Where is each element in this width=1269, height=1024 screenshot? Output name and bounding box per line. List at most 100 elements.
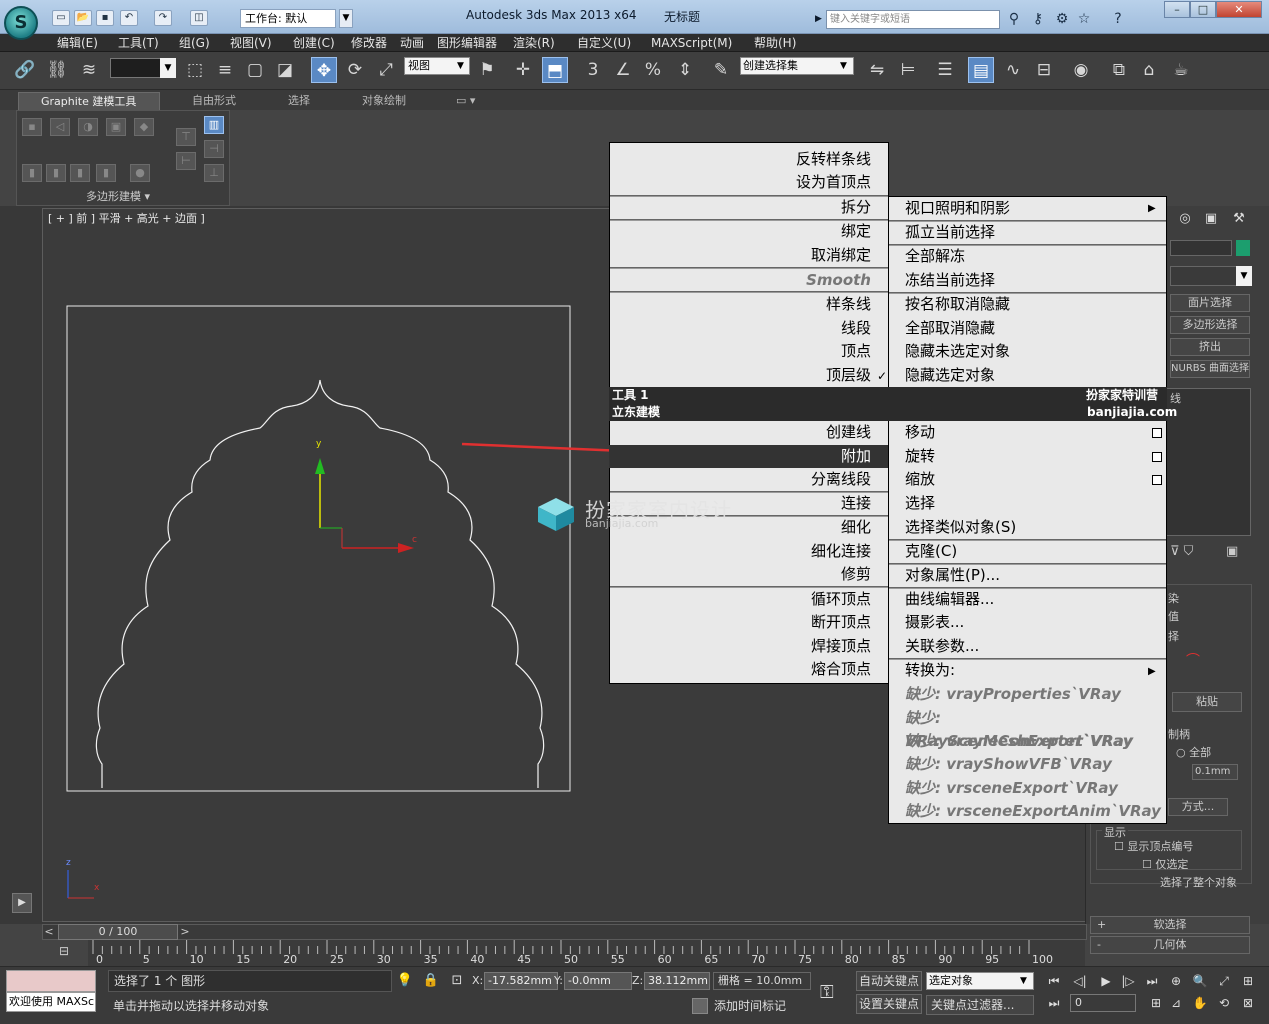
add-time-tag-button[interactable]: 添加时间标记 (714, 996, 786, 1016)
menu-dope-sheet[interactable]: 摄影表... (888, 611, 1167, 634)
help-icon[interactable]: ? (1108, 10, 1128, 28)
mirror-icon[interactable]: ⇋ (864, 57, 890, 83)
snaps-toggle-icon[interactable]: 3 (580, 57, 606, 83)
ribbon-tool-icon[interactable]: ⊥ (204, 164, 224, 182)
manipulate-icon[interactable]: ✛ (510, 57, 536, 83)
tab-graphite-modeling[interactable]: Graphite 建模工具 (18, 92, 160, 110)
menu-clone[interactable]: 克隆(C) (888, 540, 1167, 563)
ribbon-tool-icon[interactable]: ● (130, 164, 150, 182)
menu-scale[interactable]: 缩放 (888, 468, 1167, 491)
workspace-select[interactable]: 工作台: 默认 (240, 9, 336, 28)
ribbon-tool-icon[interactable]: ▮ (70, 164, 90, 182)
menu-reverse-spline[interactable]: 反转样条线 (609, 148, 888, 171)
menu-modifiers[interactable]: 修改器 (351, 34, 387, 52)
previous-frame-icon[interactable]: ◁| (1070, 972, 1090, 990)
settings-box-icon[interactable] (1152, 428, 1162, 438)
align-icon[interactable]: ⊨ (895, 57, 921, 83)
zoom-all-icon[interactable]: ⤢ (1214, 972, 1234, 990)
ribbon-tool-icon[interactable]: ⊢ (176, 152, 196, 170)
poly-select-button[interactable]: 多边形选择 (1170, 316, 1250, 334)
search-input[interactable]: 键入关键字或短语 (826, 10, 1000, 29)
key-mode-toggle-icon[interactable]: ⏭ (1044, 994, 1064, 1012)
ribbon-tool-icon[interactable]: ⊤ (176, 128, 196, 146)
zoom-icon[interactable]: 🔍 (1190, 972, 1210, 990)
unlink-icon[interactable]: ⛓ (44, 57, 70, 83)
render-setup-icon[interactable]: ⧉ (1106, 57, 1132, 83)
menu-fuse-vertices[interactable]: 熔合顶点 (609, 658, 888, 681)
go-to-start-icon[interactable]: ⏮ (1044, 972, 1064, 990)
chevron-down-icon[interactable]: ▼ (840, 58, 852, 74)
menu-missing-vray[interactable]: 缺少: vrayProperties`VRay (888, 683, 1167, 706)
utilities-tab-icon[interactable]: ⚒ (1228, 208, 1250, 230)
ribbon-tool-icon[interactable]: ◑ (78, 118, 98, 136)
window-crossing-icon[interactable]: ◪ (272, 57, 298, 83)
menu-move[interactable]: 移动 (888, 421, 1167, 444)
menu-vertex-level[interactable]: 顶点 (609, 340, 888, 363)
go-to-end-icon[interactable]: ⏭ (1142, 972, 1162, 990)
menu-hide-selection[interactable]: 隐藏选定对象 (888, 364, 1167, 387)
angle-snap-icon[interactable]: ∠ (610, 57, 636, 83)
time-tag-icon[interactable] (692, 998, 708, 1014)
extrude-button[interactable]: 挤出 (1170, 338, 1250, 356)
rectangle-selection-icon[interactable]: ▢ (242, 57, 268, 83)
pin-stack-icon[interactable]: ⊽ ⛉ (1170, 544, 1193, 559)
menu-smooth[interactable]: Smooth (609, 269, 888, 292)
key-icon[interactable]: ⚿ (820, 982, 834, 1003)
settings-box-icon[interactable] (1152, 452, 1162, 462)
percent-snap-icon[interactable]: % (640, 57, 666, 83)
zoom-extents-icon[interactable]: ⊕ (1166, 972, 1186, 990)
link-icon[interactable]: 🔗 (12, 57, 38, 83)
bind-space-warp-icon[interactable]: ≋ (76, 57, 102, 83)
tab-selection[interactable]: 选择 (288, 92, 310, 110)
menu-unhide-all[interactable]: 全部取消隐藏 (888, 317, 1167, 340)
menu-viewport-lighting[interactable]: 视口照明和阴影 (888, 197, 1167, 220)
chevron-right-icon[interactable]: > (178, 924, 192, 940)
show-vertex-numbers-checkbox[interactable]: ☐ 显示顶点编号 (1114, 838, 1193, 854)
settings-box-icon[interactable] (1152, 475, 1162, 485)
ribbon-tool-icon[interactable]: ◆ (134, 118, 154, 136)
patch-select-button[interactable]: 面片选择 (1170, 294, 1250, 312)
tab-object-paint[interactable]: 对象绘制 (362, 92, 406, 110)
pan-icon[interactable]: ✋ (1190, 994, 1210, 1012)
schematic-view-icon[interactable]: ⊟ (1031, 57, 1057, 83)
ribbon-tool-icon[interactable]: ▮ (22, 164, 42, 182)
minimize-button[interactable]: – (1164, 1, 1190, 18)
play-icon[interactable]: ▶ (1096, 972, 1116, 990)
menu-views[interactable]: 视图(V) (230, 34, 272, 52)
close-button[interactable]: ✕ (1216, 1, 1262, 18)
menu-break-vertices[interactable]: 断开顶点 (609, 611, 888, 634)
redo-icon[interactable]: ↷ (154, 10, 172, 26)
menu-detach-segment[interactable]: 分离线段 (609, 468, 888, 491)
menu-group[interactable]: 组(G) (179, 34, 210, 52)
time-slider-thumb[interactable]: 0 / 100 (58, 924, 178, 940)
menu-divide[interactable]: 拆分 (609, 196, 888, 219)
ribbon-tool-icon[interactable]: ▣ (106, 118, 126, 136)
project-folder-icon[interactable]: ◫ (190, 10, 208, 26)
menu-freeze-selection[interactable]: 冻结当前选择 (888, 269, 1167, 292)
maximize-toggle-icon[interactable]: ⊠ (1238, 994, 1258, 1012)
undo-icon[interactable]: ↶ (120, 10, 138, 26)
menu-unfreeze-all[interactable]: 全部解冻 (888, 245, 1167, 268)
maximize-button[interactable]: □ (1190, 1, 1216, 18)
menu-help[interactable]: 帮助(H) (754, 34, 796, 52)
menu-missing-vray[interactable]: 缺少: vrsceneExportAnim`VRay (888, 800, 1167, 823)
menu-tools[interactable]: 工具(T) (118, 34, 159, 52)
key-search-icon[interactable]: ⚷ (1028, 10, 1048, 28)
selection-lock-icon[interactable]: 🔒 (422, 972, 440, 990)
ribbon-tool-icon[interactable]: ▮ (96, 164, 116, 182)
y-coord-field[interactable]: -0.0mm (564, 972, 632, 990)
menu-bind[interactable]: 绑定 (609, 220, 888, 243)
soft-selection-rollout[interactable]: + 软选择 (1090, 916, 1250, 934)
menu-edit[interactable]: 编辑(E) (57, 34, 98, 52)
time-config-icon[interactable]: ⊞ (1146, 994, 1166, 1012)
paste-button[interactable]: 粘贴 (1172, 692, 1242, 712)
menu-curve-editor[interactable]: 曲线编辑器... (888, 588, 1167, 611)
app-logo-button[interactable]: S (4, 6, 38, 40)
ribbon-panel-label[interactable]: 多边形建模 ▾ (86, 188, 150, 204)
menu-segment-level[interactable]: 线段 (609, 317, 888, 340)
menu-wire-parameters[interactable]: 关联参数... (888, 635, 1167, 658)
menu-select-similar[interactable]: 选择类似对象(S) (888, 516, 1167, 539)
pivot-center-icon[interactable]: ⚑ (474, 57, 500, 83)
menu-create[interactable]: 创建(C) (293, 34, 335, 52)
menu-graph-editors[interactable]: 图形编辑器 (437, 34, 497, 52)
